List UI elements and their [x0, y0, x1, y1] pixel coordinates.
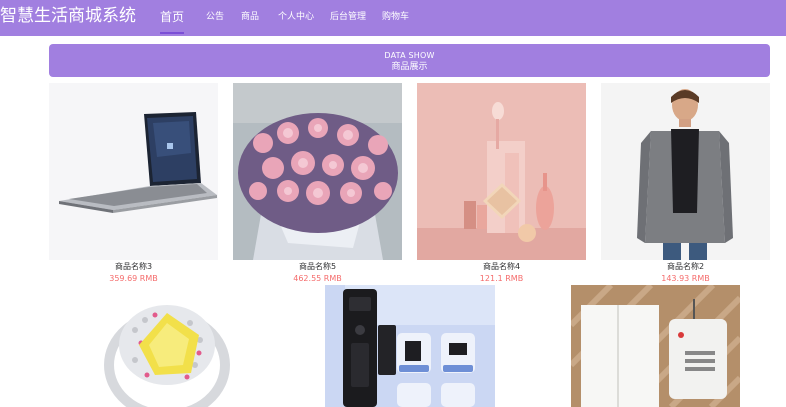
nav-products[interactable]: 商品 [241, 0, 259, 34]
product-card[interactable]: 商品名称3 359.69 RMB [49, 83, 218, 288]
product-card[interactable] [571, 285, 740, 407]
product-card[interactable]: 商品名称4 121.1 RMB [417, 83, 586, 288]
section-banner: DATA SHOW 商品展示 [49, 44, 770, 77]
man-jacket-image [601, 83, 770, 260]
top-navbar: 智慧生活商城系统 首页 公告 商品 个人中心 后台管理 购物车 [0, 0, 786, 36]
nav-announcements[interactable]: 公告 [206, 0, 224, 34]
product-price: 143.93 RMB [661, 274, 710, 283]
product-card[interactable]: 商品名称2 143.93 RMB [601, 83, 770, 288]
product-card[interactable] [95, 285, 245, 407]
laptop-image [49, 83, 218, 260]
nav-home[interactable]: 首页 [160, 0, 185, 34]
nav-personal-center[interactable]: 个人中心 [278, 0, 314, 34]
product-name: 商品名称2 [666, 262, 705, 271]
product-price: 359.69 RMB [109, 274, 158, 283]
banner-title-cn: 商品展示 [391, 62, 428, 72]
nav-cart[interactable]: 购物车 [382, 0, 409, 34]
site-title: 智慧生活商城系统 [0, 6, 136, 26]
product-card[interactable] [325, 285, 495, 407]
nav-admin[interactable]: 后台管理 [330, 0, 366, 34]
product-name: 商品名称3 [114, 262, 153, 271]
product-price: 121.1 RMB [479, 274, 524, 283]
product-name: 商品名称5 [298, 262, 337, 271]
yellow-gem-ring-image [95, 285, 245, 407]
product-price: 462.55 RMB [293, 274, 342, 283]
product-card[interactable]: 商品名称5 462.55 RMB [233, 83, 402, 288]
smart-switch-image [571, 285, 740, 407]
product-name: 商品名称4 [482, 262, 521, 271]
cosmetics-image [417, 83, 586, 260]
smart-door-lock-image [325, 285, 495, 407]
banner-title-en: DATA SHOW [384, 51, 435, 60]
rose-bouquet-image [233, 83, 402, 260]
